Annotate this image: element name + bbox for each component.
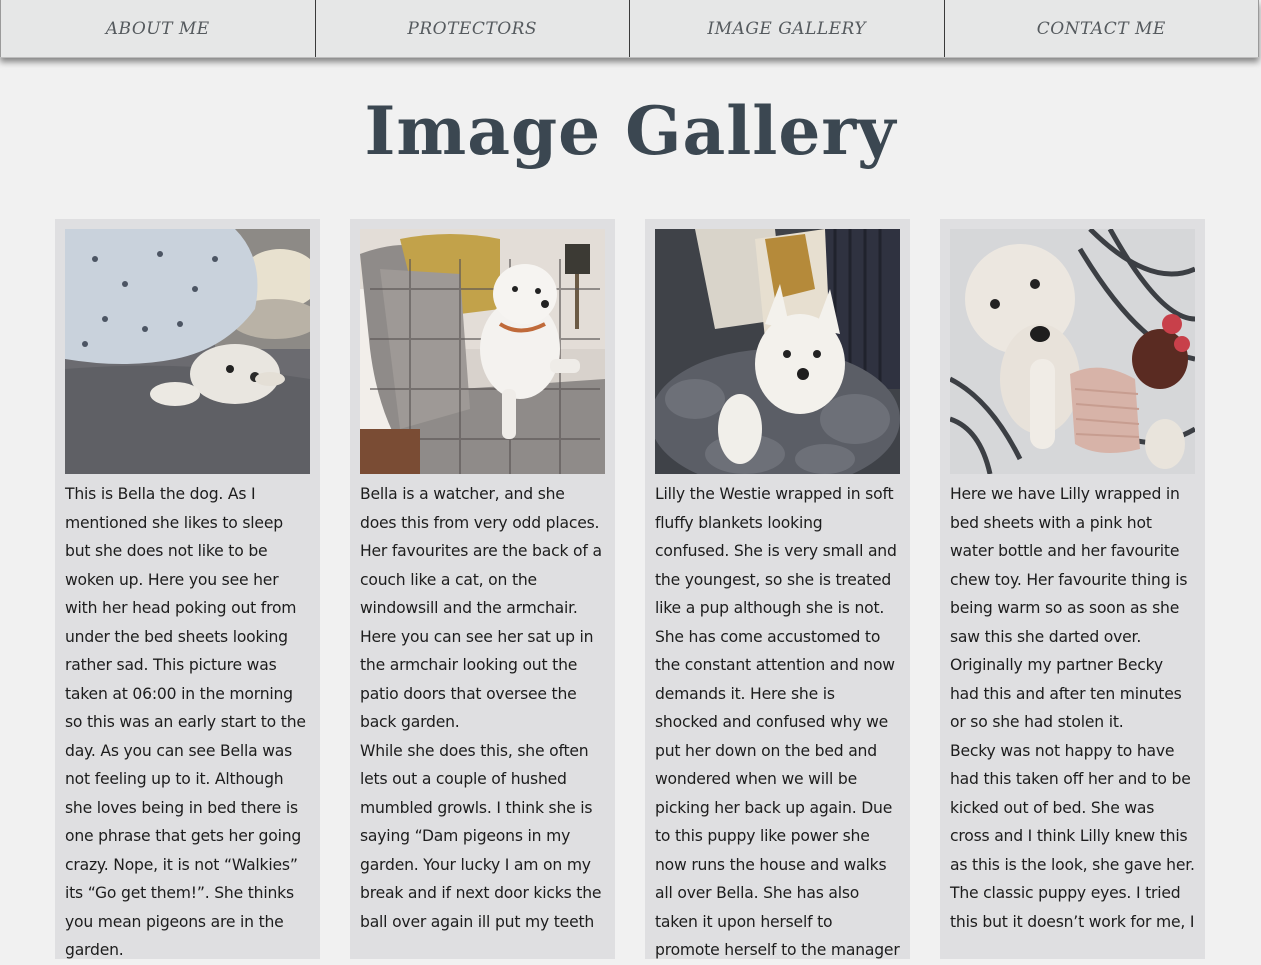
gallery-card-lilly-hot-water-bottle: Here we have Lilly wrapped in bed sheets… <box>940 219 1205 959</box>
lilly-blankets-caption: Lilly the Westie wrapped in soft fluffy … <box>655 480 900 965</box>
caption-paragraph: Becky was not happy to have had this tak… <box>950 741 1195 931</box>
lilly-hot-water-bottle-photo <box>950 229 1195 474</box>
gallery-card-bella-sleeping: This is Bella the dog. As I mentioned sh… <box>55 219 320 959</box>
main-navigation: ABOUT ME PROTECTORS IMAGE GALLERY CONTAC… <box>0 0 1259 58</box>
bella-sleeping-photo <box>65 229 310 474</box>
gallery-card-lilly-blankets: Lilly the Westie wrapped in soft fluffy … <box>645 219 910 959</box>
caption-paragraph: While she does this, she often lets out … <box>360 741 602 931</box>
caption-paragraph: Bella is a watcher, and she does this fr… <box>360 485 602 731</box>
nav-about-me[interactable]: ABOUT ME <box>0 0 316 57</box>
lilly-hot-water-bottle-caption: Here we have Lilly wrapped in bed sheets… <box>950 480 1195 936</box>
nav-contact-me[interactable]: CONTACT ME <box>945 0 1259 57</box>
caption-paragraph: Lilly the Westie wrapped in soft fluffy … <box>655 485 900 959</box>
caption-paragraph: Here we have Lilly wrapped in bed sheets… <box>950 485 1188 731</box>
nav-image-gallery[interactable]: IMAGE GALLERY <box>630 0 945 57</box>
page-title: Image Gallery <box>364 92 897 170</box>
nav-protectors[interactable]: PROTECTORS <box>316 0 630 57</box>
bella-sleeping-caption: This is Bella the dog. As I mentioned sh… <box>65 480 310 965</box>
gallery-card-bella-armchair: Bella is a watcher, and she does this fr… <box>350 219 615 959</box>
caption-paragraph: This is Bella the dog. As I mentioned sh… <box>65 485 306 959</box>
bella-armchair-caption: Bella is a watcher, and she does this fr… <box>360 480 605 936</box>
bella-armchair-photo <box>360 229 605 474</box>
lilly-blankets-photo <box>655 229 900 474</box>
